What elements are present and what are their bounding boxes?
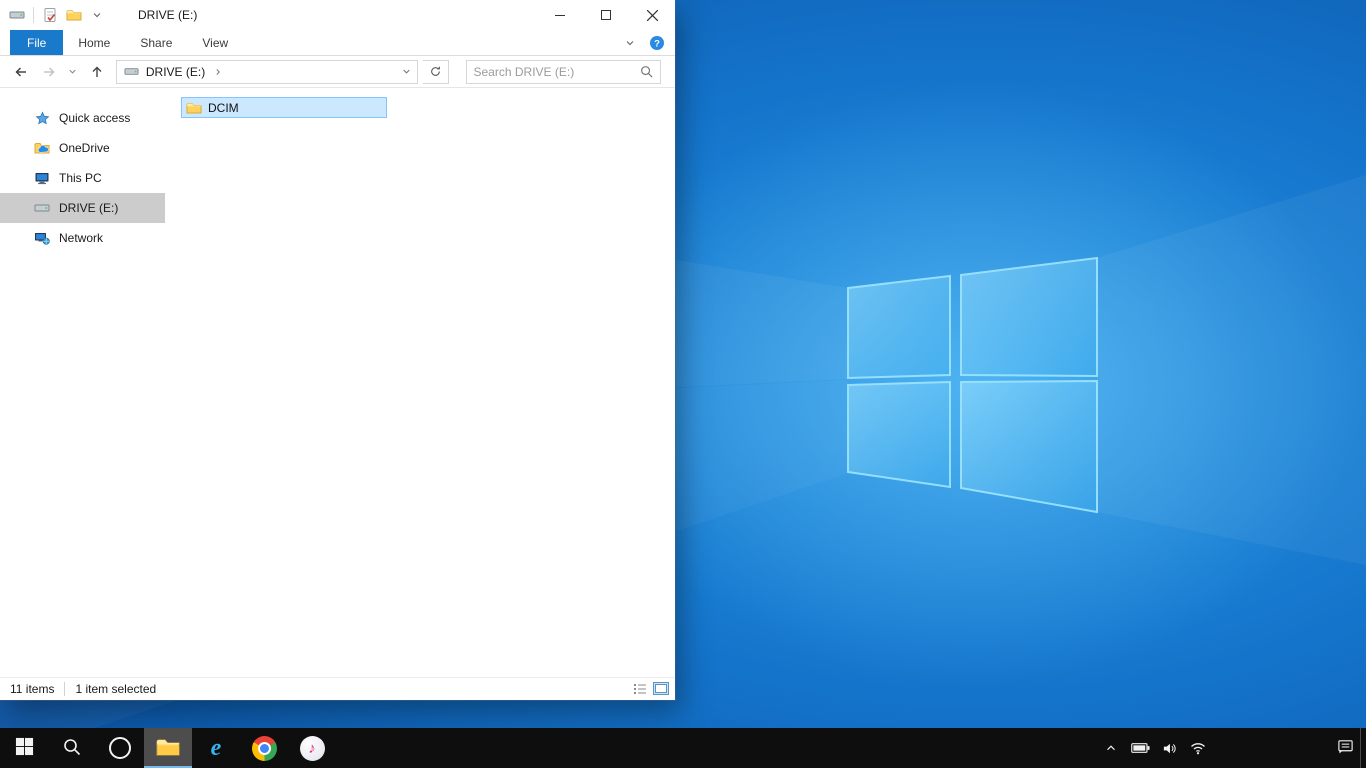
window-title: DRIVE (E:)	[138, 8, 198, 22]
search-input[interactable]	[473, 64, 640, 79]
titlebar[interactable]: DRIVE (E:)	[0, 0, 675, 30]
help-icon[interactable]: ?	[649, 35, 665, 51]
sidebar-item-network[interactable]: Network	[0, 223, 165, 253]
new-folder-icon[interactable]	[66, 7, 82, 23]
taskbar-file-explorer-button[interactable]	[144, 728, 192, 768]
address-bar-row: DRIVE (E:)	[0, 56, 675, 88]
back-button[interactable]	[10, 60, 33, 83]
caption-buttons	[537, 0, 675, 30]
action-center-icon	[1337, 738, 1354, 758]
network-icon	[34, 230, 50, 246]
status-bar: 11 items 1 item selected	[0, 677, 675, 700]
internet-explorer-button[interactable]: e	[192, 728, 240, 768]
expand-ribbon-chevron-icon[interactable]	[623, 36, 637, 50]
maximize-button[interactable]	[583, 0, 629, 30]
details-view-icon[interactable]	[632, 681, 648, 697]
search-icon[interactable]	[639, 65, 653, 79]
status-selection-count: 1 item selected	[75, 682, 157, 696]
tab-view[interactable]: View	[187, 30, 243, 55]
tab-file[interactable]: File	[10, 30, 64, 55]
itunes-icon: ♪	[299, 735, 325, 761]
windows-logo-icon	[15, 737, 34, 759]
address-dropdown-chevron-icon[interactable]	[400, 65, 414, 79]
start-button[interactable]	[0, 728, 48, 768]
file-item-label: DCIM	[208, 100, 239, 115]
sidebar-item-label: OneDrive	[59, 141, 110, 155]
quick-access-star-icon	[34, 110, 50, 126]
drive-icon	[9, 7, 25, 23]
taskbar-search-button[interactable]	[48, 728, 96, 768]
hidden-icons-chevron-up-icon[interactable]	[1101, 738, 1121, 758]
address-bar[interactable]: DRIVE (E:)	[115, 59, 418, 84]
cortana-icon	[109, 737, 131, 759]
breadcrumb-segment[interactable]: DRIVE (E:)	[146, 65, 205, 79]
sidebar-item-this-pc[interactable]: This PC	[0, 163, 165, 193]
svg-text:?: ?	[654, 38, 660, 49]
ribbon-tabs: File Home Share View ?	[0, 30, 675, 56]
recent-locations-chevron-icon[interactable]	[65, 60, 80, 83]
tab-home[interactable]: Home	[63, 30, 125, 55]
customize-chevron-icon[interactable]	[90, 8, 104, 22]
forward-button[interactable]	[38, 60, 61, 83]
tab-share[interactable]: Share	[125, 30, 187, 55]
action-center-button[interactable]	[1337, 728, 1354, 768]
sidebar-item-label: Quick access	[59, 111, 131, 125]
internet-explorer-icon: e	[210, 735, 222, 761]
cortana-button[interactable]	[96, 728, 144, 768]
battery-icon[interactable]	[1130, 738, 1150, 758]
sidebar-item-label: This PC	[59, 171, 102, 185]
thumbnails-view-icon[interactable]	[653, 681, 669, 697]
system-tray	[1101, 728, 1208, 768]
chrome-icon	[251, 735, 277, 761]
sidebar-item-quick-access[interactable]: Quick access	[0, 103, 165, 133]
file-item-dcim[interactable]: DCIM	[181, 97, 387, 118]
itunes-button[interactable]: ♪	[288, 728, 336, 768]
properties-icon[interactable]	[42, 7, 58, 23]
refresh-button[interactable]	[422, 59, 449, 84]
search-icon	[62, 737, 82, 760]
up-button[interactable]	[85, 60, 108, 83]
taskbar: e ♪	[0, 728, 1366, 768]
sidebar-item-label: Network	[59, 231, 104, 245]
file-explorer-icon	[155, 734, 181, 763]
chrome-button[interactable]	[240, 728, 288, 768]
wifi-icon[interactable]	[1188, 738, 1208, 758]
breadcrumb-chevron-icon[interactable]	[211, 65, 225, 79]
onedrive-icon	[34, 140, 50, 156]
sidebar-item-drive-e[interactable]: DRIVE (E:)	[0, 193, 165, 223]
window-body: Quick access OneDrive This PC DRIVE (E:)	[0, 89, 675, 677]
drive-icon	[124, 64, 140, 80]
file-list[interactable]: DCIM	[165, 89, 675, 677]
separator	[64, 682, 66, 696]
show-desktop-button[interactable]	[1360, 728, 1366, 768]
quick-access-toolbar: DRIVE (E:)	[0, 0, 197, 30]
this-pc-icon	[34, 170, 50, 186]
minimize-button[interactable]	[537, 0, 583, 30]
file-explorer-window: DRIVE (E:) File Home Share View ? DRIVE …	[0, 0, 675, 700]
sidebar-item-label: DRIVE (E:)	[59, 201, 119, 215]
search-box	[465, 59, 662, 84]
close-button[interactable]	[629, 0, 675, 30]
navigation-pane: Quick access OneDrive This PC DRIVE (E:)	[0, 89, 165, 677]
separator	[33, 7, 34, 23]
status-items-count: 11 items	[10, 682, 55, 696]
speaker-icon[interactable]	[1159, 738, 1179, 758]
drive-icon	[34, 200, 50, 216]
sidebar-item-onedrive[interactable]: OneDrive	[0, 133, 165, 163]
folder-icon	[186, 100, 202, 116]
